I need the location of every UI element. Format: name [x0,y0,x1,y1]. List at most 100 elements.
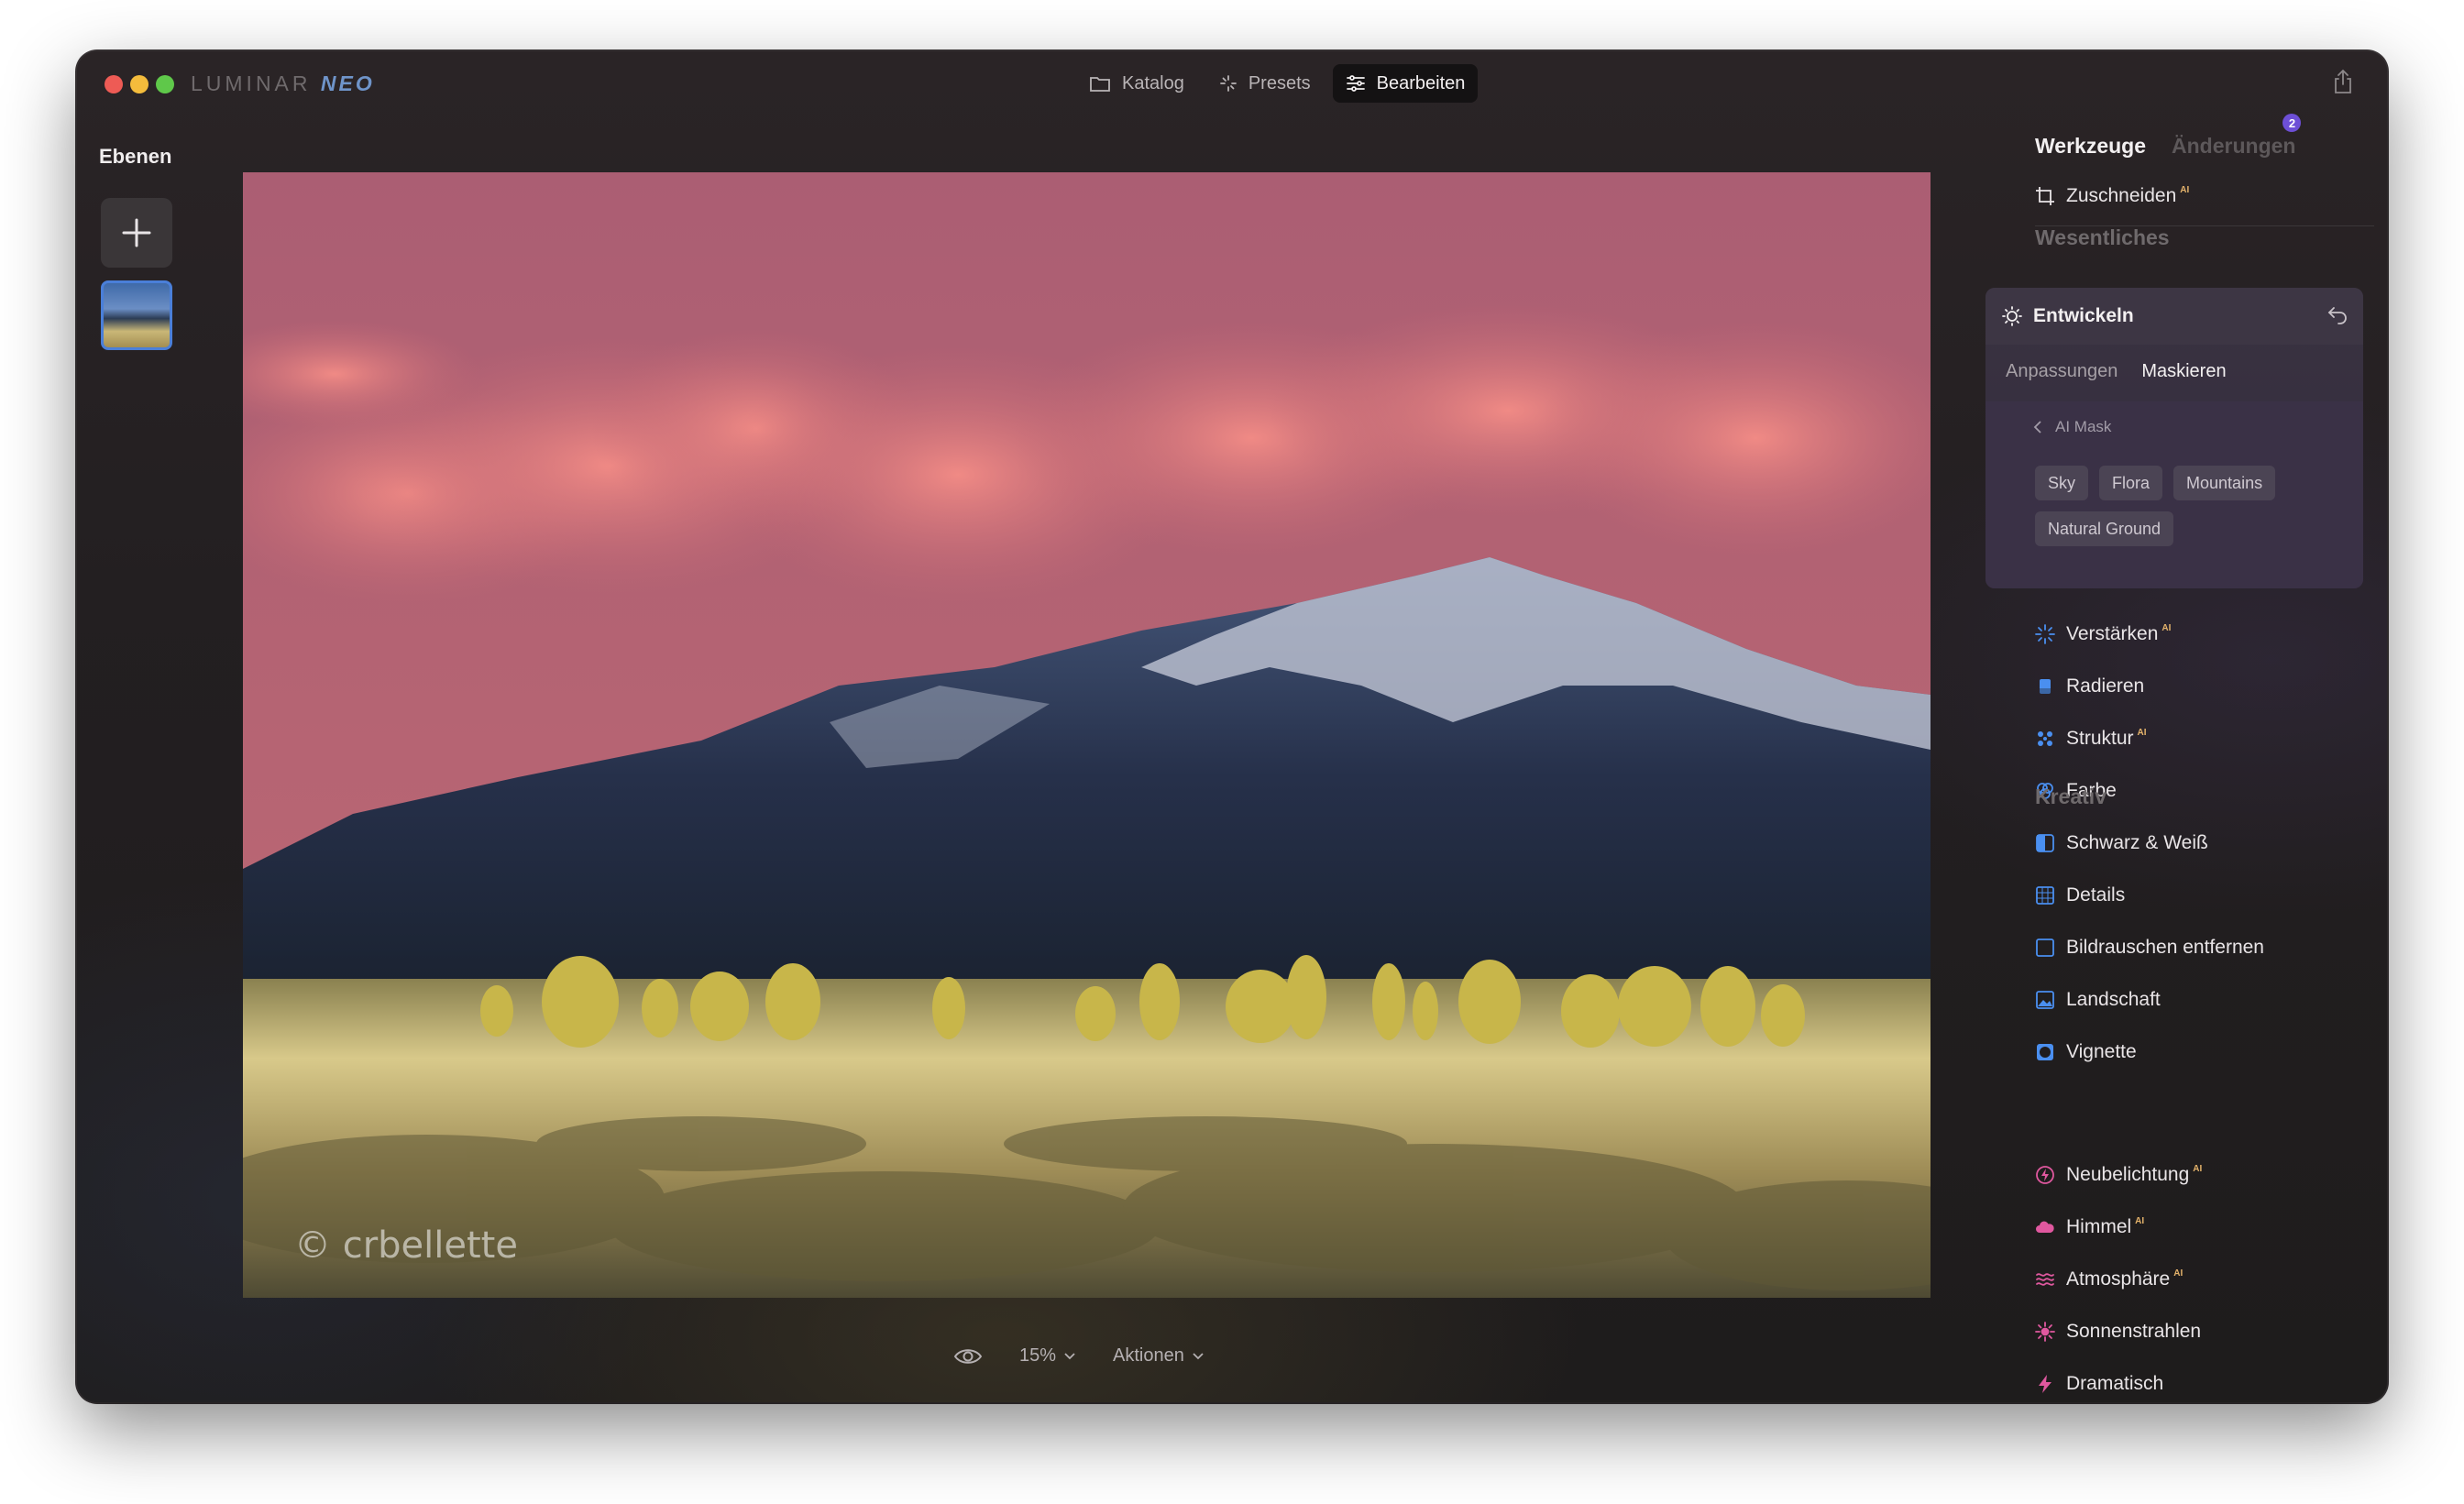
mask-chip-mountains[interactable]: Mountains [2173,466,2276,500]
essentials-tool-1[interactable]: Radieren [2035,675,2144,697]
sparkle-icon [2035,624,2055,644]
changes-count-badge: 2 [2282,114,2302,132]
vignette-icon [2035,1042,2055,1062]
tool-label: Sonnenstrahlen [2066,1321,2202,1342]
tab-changes-label: Änderungen [2172,134,2296,158]
zoom-dropdown[interactable]: 15% [1019,1345,1076,1367]
top-navigation: Katalog Presets Bearbeiten [1076,64,1479,103]
tool-label: Bildrauschen entfernen [2066,937,2264,958]
minimize-window-button[interactable] [130,75,148,93]
essentials-tool-5[interactable]: Details [2035,884,2125,906]
presets-label: Presets [1248,72,1311,93]
cloud-icon [2035,1217,2055,1237]
ai-tag: AI [2162,622,2172,633]
creative-tool-2[interactable]: Atmosphäre AI [2035,1268,2183,1290]
catalog-label: Katalog [1122,72,1184,93]
tool-label: Radieren [2066,675,2145,697]
tab-masking[interactable]: Maskieren [2141,361,2226,382]
bolt-icon [2035,1374,2055,1394]
section-essentials-heading: Wesentliches [2035,225,2170,249]
edit-tab[interactable]: Bearbeiten [1332,64,1479,103]
dots-icon [2035,729,2055,749]
photo-canvas[interactable]: © crbellette [243,172,1930,1298]
develop-header[interactable]: Entwickeln [1986,288,2363,345]
zoom-value: 15% [1019,1345,1057,1366]
actions-label: Aktionen [1113,1345,1184,1366]
actions-dropdown[interactable]: Aktionen [1113,1345,1204,1367]
app-window: LUMINAR NEO Katalog Presets Bearbeiten E… [77,51,2387,1402]
crop-tool[interactable]: Zuschneiden AI [2035,185,2189,207]
mask-chip-flora[interactable]: Flora [2099,466,2163,500]
edit-label: Bearbeiten [1376,72,1466,93]
eye-icon [953,1348,983,1364]
layer-thumbnail[interactable] [101,280,172,350]
sun-icon [2002,306,2022,326]
crop-label: Zuschneiden [2066,185,2177,206]
section-creative-heading: Kreativ [2035,785,2106,808]
layers-title: Ebenen [99,145,172,168]
ai-mask-label: AI Mask [2055,418,2112,435]
close-window-button[interactable] [104,75,123,93]
tab-adjustments[interactable]: Anpassungen [2006,361,2118,382]
waves-icon [2035,1269,2055,1290]
mask-chip-sky[interactable]: Sky [2035,466,2089,500]
mask-chip-natural-ground[interactable]: Natural Ground [2035,511,2174,546]
crop-ai-tag: AI [2180,184,2190,195]
ai-tag: AI [2173,1268,2184,1279]
eraser-icon [2035,676,2055,697]
ai-tag: AI [2193,1163,2203,1174]
landscape-photo [243,172,1930,1298]
creative-tool-3[interactable]: Sonnenstrahlen [2035,1321,2201,1343]
photo-watermark: © crbellette [294,1224,518,1267]
undo-icon [2327,307,2347,324]
essentials-tool-2[interactable]: Struktur AI [2035,728,2147,750]
tab-changes[interactable]: Änderungen 2 [2172,114,2302,159]
tool-label: Dramatisch [2066,1373,2164,1394]
creative-tool-0[interactable]: Neubelichtung AI [2035,1164,2202,1186]
ai-tag: AI [2135,1215,2145,1226]
tool-label: Vignette [2066,1041,2137,1062]
essentials-tool-0[interactable]: Verstärken AI [2035,623,2171,645]
tool-label: Atmosphäre [2066,1268,2171,1290]
sliders-icon [1346,75,1365,92]
develop-reset-button[interactable] [2326,304,2348,329]
mask-chip-list: Sky Flora Mountains Natural Ground [2035,466,2338,546]
presets-tab[interactable]: Presets [1206,64,1324,103]
tools-panel: Werkzeuge Änderungen 2 Zuschneiden AI We… [1995,51,2387,1402]
relight-icon [2035,1165,2055,1185]
add-layer-button[interactable] [101,198,172,268]
grid-square-icon [2035,885,2055,906]
ai-tag: AI [2137,727,2147,738]
plus-icon [122,218,151,247]
preview-toggle[interactable] [953,1346,983,1367]
essentials-tool-7[interactable]: Landschaft [2035,989,2161,1011]
half-square-icon [2035,833,2055,853]
essentials-tool-6[interactable]: Bildrauschen entfernen [2035,937,2264,959]
tool-label: Landschaft [2066,989,2161,1010]
bottom-toolbar: 15% Aktionen [953,1345,1204,1367]
develop-title: Entwickeln [2033,305,2134,326]
catalog-tab[interactable]: Katalog [1076,64,1197,103]
creative-tool-4[interactable]: Dramatisch [2035,1373,2163,1395]
panel-tabs: Werkzeuge Änderungen 2 [2035,114,2302,159]
tool-label: Himmel [2066,1216,2132,1237]
develop-tabs: Anpassungen Maskieren [2006,361,2227,382]
essentials-tool-8[interactable]: Vignette [2035,1041,2137,1063]
chevron-left-icon [2033,421,2041,434]
ai-mask-back-button[interactable]: AI Mask [2033,418,2111,436]
tab-tools[interactable]: Werkzeuge [2035,134,2146,159]
essentials-tool-4[interactable]: Schwarz & Weiß [2035,832,2208,854]
logo-accent-text: NEO [320,71,375,95]
chevron-down-icon [1064,1352,1075,1359]
tool-label: Neubelichtung [2066,1164,2190,1185]
noise-square-icon [2035,938,2055,958]
ai-mask-section: AI Mask Sky Flora Mountains Natural Grou… [1986,401,2363,588]
logo-main-text: LUMINAR [191,71,312,95]
landscape-icon [2035,990,2055,1010]
tool-label: Schwarz & Weiß [2066,832,2208,853]
zoom-window-button[interactable] [156,75,174,93]
tool-label: Verstärken [2066,623,2159,644]
chevron-down-icon [1193,1352,1204,1359]
creative-tool-1[interactable]: Himmel AI [2035,1216,2144,1238]
tool-label: Details [2066,884,2126,906]
